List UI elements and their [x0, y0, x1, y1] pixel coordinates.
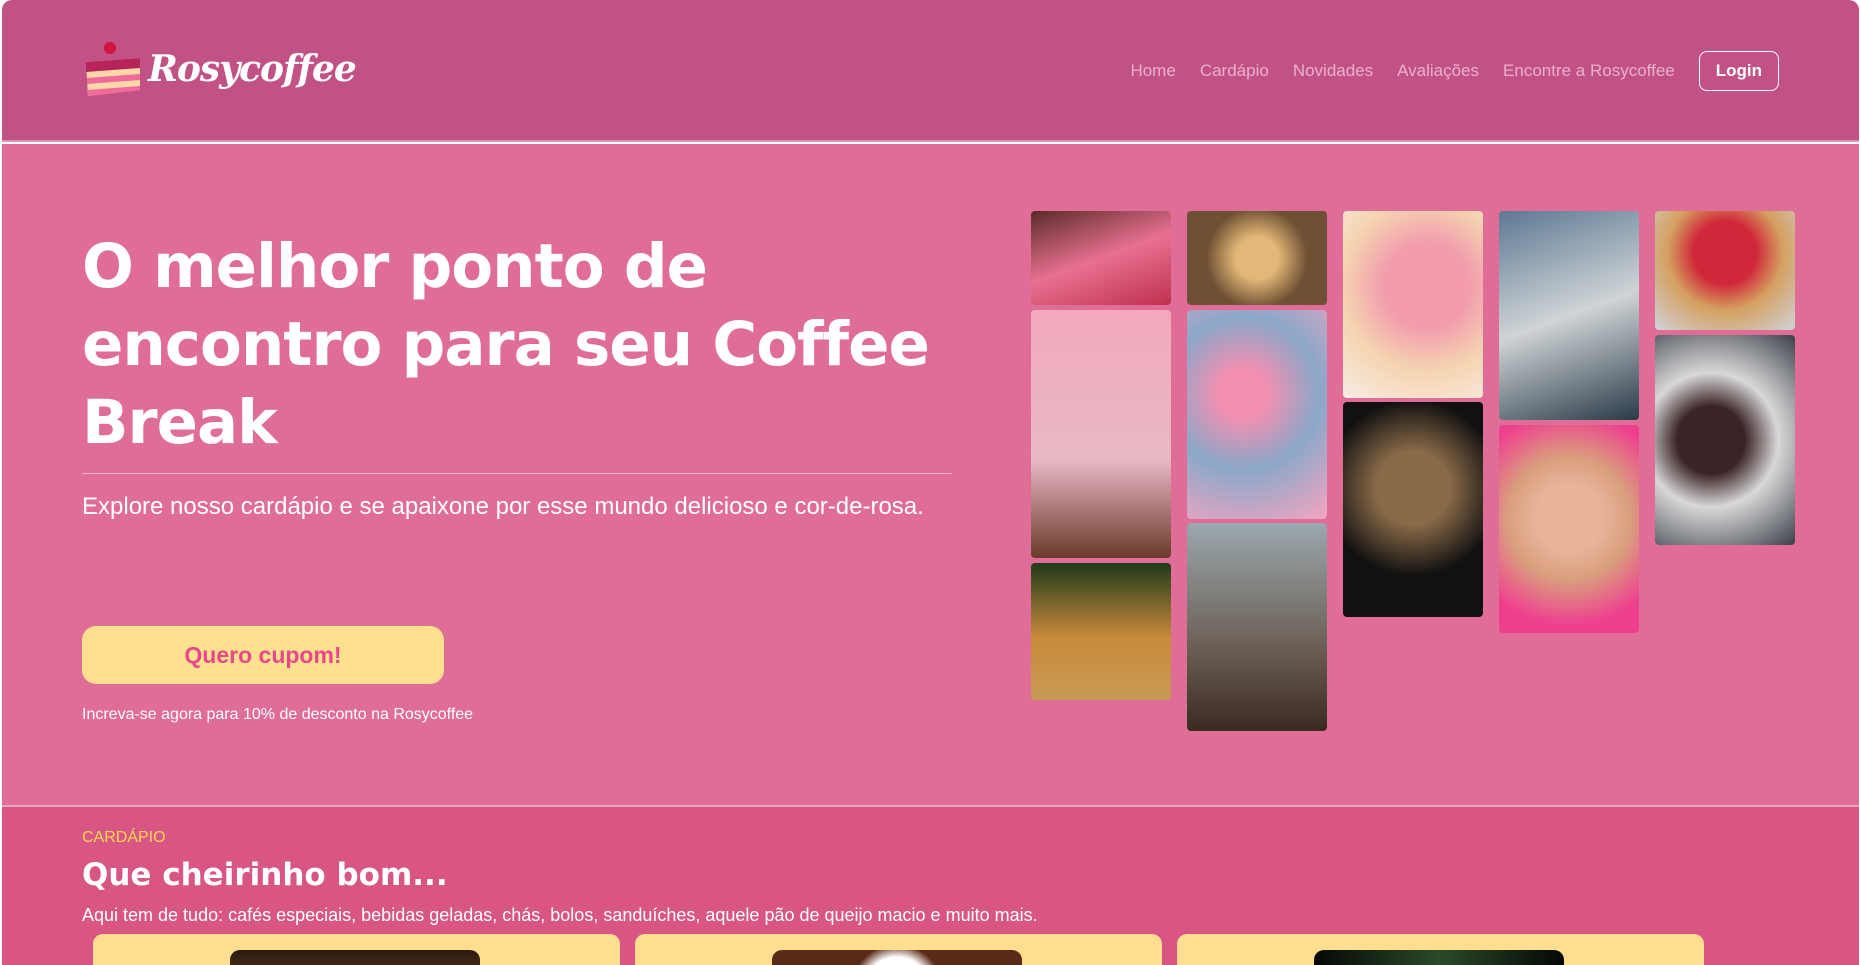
brand-name: Rosycoffee: [148, 48, 357, 90]
nav-home[interactable]: Home: [1130, 61, 1175, 81]
nav-avaliacoes[interactable]: Avaliações: [1397, 61, 1479, 81]
photo-croissant: [1031, 563, 1171, 700]
login-button[interactable]: Login: [1698, 51, 1779, 91]
photo-pink-drink: [1031, 310, 1171, 558]
nav-novidades[interactable]: Novidades: [1293, 61, 1373, 81]
section-description: Aqui tem de tudo: cafés especiais, bebid…: [82, 905, 1038, 925]
menu-card[interactable]: [635, 934, 1162, 965]
page: Rosycoffee Home Cardápio Novidades Avali…: [2, 0, 1859, 965]
section-eyebrow: CARDÁPIO: [82, 829, 166, 846]
divider: [82, 473, 952, 474]
photo-cake-slice: [1499, 211, 1639, 420]
card-image: [1314, 950, 1564, 965]
menu-card[interactable]: [1177, 934, 1704, 965]
card-image: [772, 950, 1022, 965]
hero: O melhor ponto de encontro para seu Coff…: [2, 144, 1859, 807]
photo-cupcakes: [1343, 211, 1483, 398]
coupon-note: Increva-se agora para 10% de desconto na…: [82, 706, 474, 723]
photo-pie: [1187, 211, 1327, 305]
card-image: [230, 950, 480, 965]
logo[interactable]: Rosycoffee: [82, 40, 357, 98]
nav-cardapio[interactable]: Cardápio: [1200, 61, 1269, 81]
photo-tartlets: [1031, 211, 1171, 305]
menu-section: CARDÁPIO Que cheirinho bom... Aqui tem d…: [2, 807, 1859, 965]
section-title: Que cheirinho bom...: [82, 857, 448, 893]
photo-milkshake-girl: [1499, 425, 1639, 633]
photo-macarons: [1187, 310, 1327, 519]
hero-title: O melhor ponto de encontro para seu Coff…: [82, 231, 930, 458]
coupon-button[interactable]: Quero cupom!: [82, 626, 444, 684]
cake-icon: [82, 40, 144, 98]
header: Rosycoffee Home Cardápio Novidades Avali…: [2, 0, 1859, 142]
photo-latte: [1343, 402, 1483, 617]
photo-woman-window: [1187, 523, 1327, 731]
nav-encontre[interactable]: Encontre a Rosycoffee: [1503, 61, 1675, 81]
photo-donuts: [1655, 335, 1795, 545]
menu-card[interactable]: [93, 934, 620, 965]
photo-strawberry-tart: [1655, 211, 1795, 330]
hero-subtitle: Explore nosso cardápio e se apaixone por…: [82, 493, 924, 520]
main-nav: Home Cardápio Novidades Avaliações Encon…: [1130, 51, 1779, 91]
